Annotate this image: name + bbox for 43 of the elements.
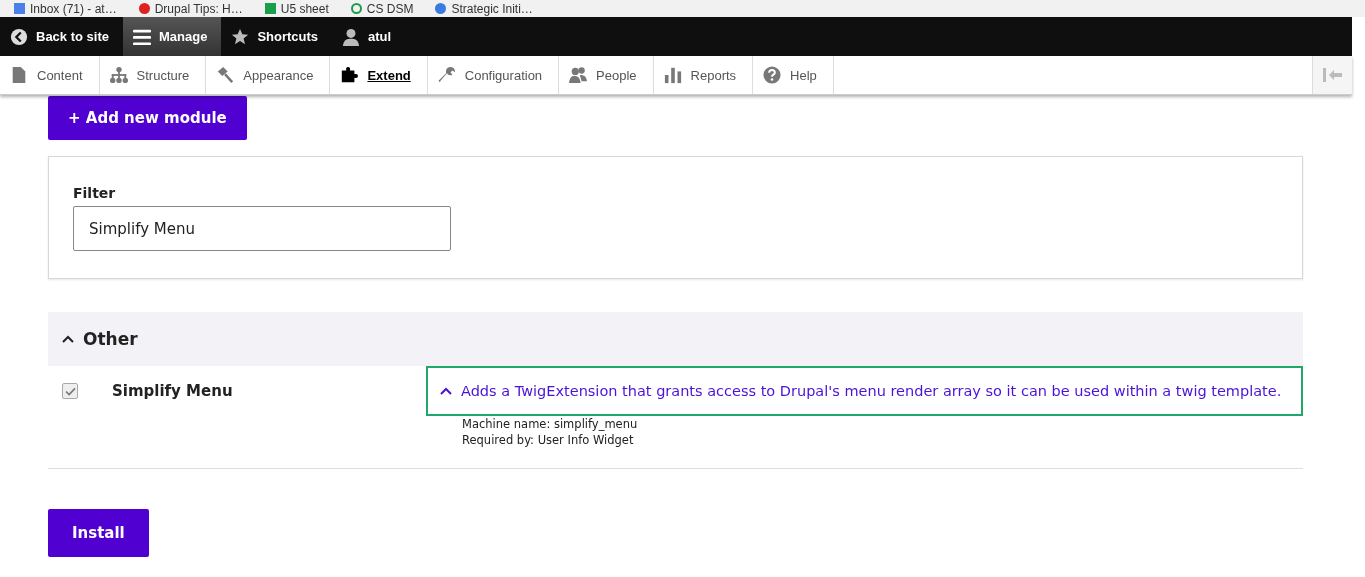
file-icon	[10, 66, 28, 84]
star-icon	[231, 27, 250, 46]
ring-icon	[350, 3, 362, 14]
people-icon	[569, 66, 588, 84]
toolbar-tab[interactable]: Shortcuts	[221, 17, 333, 56]
sheet-icon	[264, 3, 276, 14]
tray-tab[interactable]: Content	[0, 56, 100, 94]
filter-field[interactable]: Simplify Menu	[73, 206, 451, 251]
collapse-toggle[interactable]	[1312, 56, 1352, 94]
bars-icon	[663, 66, 682, 84]
module-detail: Required by: User Info Widget	[461, 432, 635, 448]
puzzle-icon	[340, 66, 359, 84]
install-button[interactable]: Install	[48, 509, 149, 557]
tray-tab[interactable]: Extend	[330, 56, 428, 94]
mail-icon	[14, 3, 25, 14]
module-detail: Machine name: simplify_menu	[461, 416, 639, 432]
chevron-icon	[440, 387, 452, 395]
bookmark-link[interactable]: Inbox (71) - at…	[14, 1, 117, 16]
bookmark-link[interactable]: U5 sheet	[264, 1, 329, 16]
add-module-button[interactable]: + Add new module	[48, 96, 247, 140]
toolbar-tab[interactable]: Manage	[123, 17, 222, 56]
tray-tab[interactable]: Reports	[653, 56, 754, 94]
user-icon	[342, 27, 361, 46]
toolbar-tab[interactable]: Back to site	[0, 17, 123, 56]
tray-tab[interactable]: Configuration	[427, 56, 560, 94]
back-icon	[10, 27, 28, 46]
tray-tab[interactable]: Appearance	[206, 56, 331, 94]
filter-label: Filter	[73, 185, 117, 201]
tray-tab[interactable]: People	[559, 56, 654, 94]
menu-icon	[133, 27, 151, 46]
collapse-icon	[1322, 68, 1343, 82]
tray-tab[interactable]: Structure	[99, 56, 207, 94]
bookmark-link[interactable]: Drupal Tips: H…	[138, 1, 243, 16]
module-name: Simplify Menu	[112, 382, 234, 400]
help-icon	[763, 66, 782, 84]
bookmark-link[interactable]: CS DSM	[350, 1, 414, 16]
wrench-icon	[437, 66, 456, 84]
group-header[interactable]: Other	[48, 312, 1303, 366]
chevron-icon	[62, 335, 74, 343]
tray-tab[interactable]: Help	[753, 56, 834, 94]
bookmark-link[interactable]: Strategic Initi…	[435, 1, 533, 16]
tree-icon	[109, 66, 128, 84]
toolbar-tab[interactable]: atul	[332, 17, 406, 56]
